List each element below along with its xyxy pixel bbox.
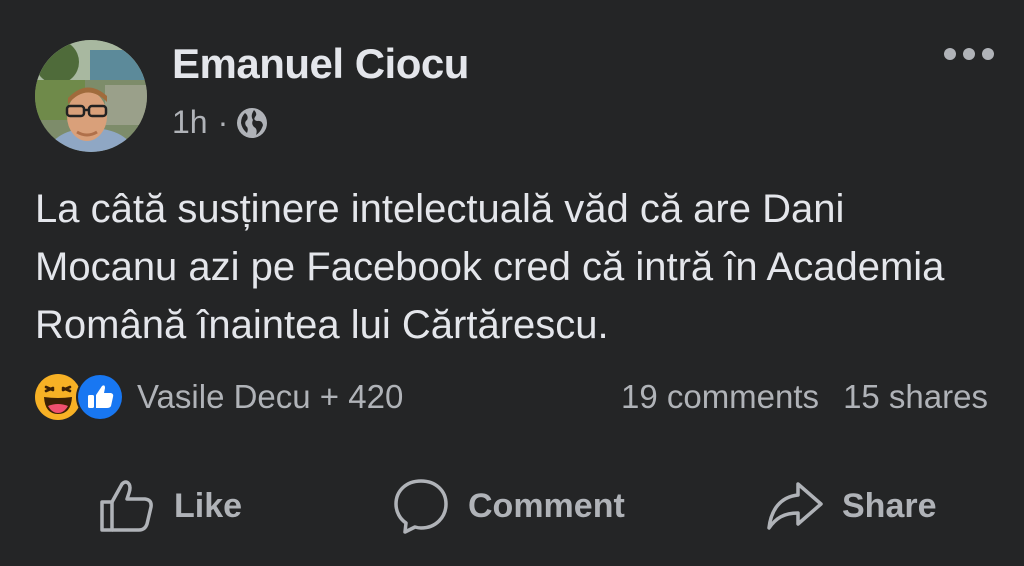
meta-separator: ·	[217, 104, 229, 140]
share-label: Share	[842, 486, 937, 525]
share-button[interactable]: Share	[766, 470, 937, 542]
reaction-icons	[33, 372, 125, 422]
more-dot	[982, 48, 994, 60]
reactions-summary[interactable]: Vasile Decu + 420	[33, 372, 403, 422]
author-name[interactable]: Emanuel Ciocu	[172, 40, 469, 88]
more-dot	[944, 48, 956, 60]
reactors-summary[interactable]: Vasile Decu + 420	[137, 378, 403, 416]
like-emoji-icon	[76, 373, 124, 421]
action-bar: Like Comment Share	[0, 470, 1024, 542]
post-meta: 1h ·	[172, 104, 268, 141]
facebook-post: Emanuel Ciocu 1h · La câtă susținere int…	[0, 0, 1024, 566]
like-button[interactable]: Like	[98, 470, 242, 542]
post-time[interactable]: 1h	[172, 104, 208, 141]
engagement-counts: 19 comments 15 shares	[621, 378, 988, 416]
comment-label: Comment	[468, 486, 625, 525]
shares-count[interactable]: 15 shares	[843, 378, 988, 416]
comments-count[interactable]: 19 comments	[621, 378, 819, 416]
share-arrow-icon	[767, 482, 823, 530]
post-text: La câtă susținere intelectuală văd că ar…	[35, 187, 945, 347]
more-options-icon[interactable]	[944, 48, 994, 60]
comment-bubble-icon	[394, 479, 448, 534]
more-dot	[963, 48, 975, 60]
avatar-photo	[35, 40, 147, 152]
like-label: Like	[174, 486, 243, 525]
thumbs-up-icon	[100, 480, 153, 532]
globe-icon[interactable]	[236, 107, 268, 139]
comment-button[interactable]: Comment	[392, 470, 625, 542]
avatar[interactable]	[35, 40, 147, 152]
